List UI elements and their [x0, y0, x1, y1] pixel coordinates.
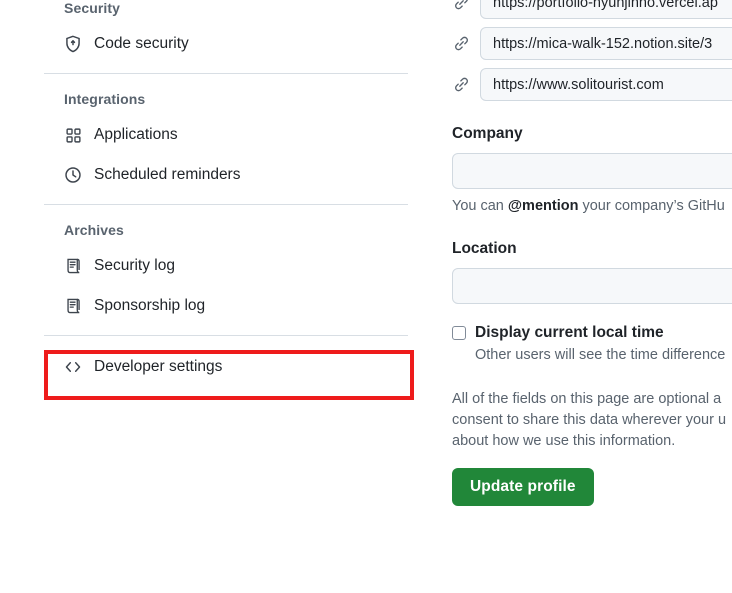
location-label: Location: [452, 240, 517, 257]
company-hint-suffix: your company’s GitHu: [578, 198, 725, 214]
url-input-3[interactable]: https://www.solitourist.com: [480, 68, 732, 101]
sidebar-item-label: Applications: [94, 126, 178, 143]
update-profile-button[interactable]: Update profile: [452, 468, 594, 506]
company-hint-mention: @mention: [507, 198, 579, 214]
sidebar-item-label: Developer settings: [94, 358, 223, 375]
log-icon: [64, 257, 82, 275]
sidebar-item-label: Scheduled reminders: [94, 166, 241, 183]
local-time-checkbox-row: Display current local time Other users w…: [452, 322, 732, 365]
sidebar-item-label: Code security: [94, 35, 189, 52]
display-local-time-sublabel: Other users will see the time difference: [475, 347, 726, 363]
location-input[interactable]: [452, 268, 732, 304]
company-label: Company: [452, 125, 523, 142]
sidebar-heading-integrations: Integrations: [64, 91, 146, 107]
disclaimer-line: consent to share this data wherever your…: [452, 412, 727, 428]
settings-sidebar: Security Code security Integrations Appl…: [44, 0, 408, 389]
privacy-disclaimer: All of the fields on this page are optio…: [452, 389, 732, 452]
url-input-1[interactable]: https://portfolio-hyunjinno.vercel.ap: [480, 0, 732, 19]
url-row: https://www.solitourist.com: [452, 68, 732, 101]
sidebar-item-label: Security log: [94, 257, 175, 274]
url-row: https://mica-walk-152.notion.site/3: [452, 27, 732, 60]
display-local-time-checkbox[interactable]: [452, 326, 466, 340]
sidebar-item-developer-settings[interactable]: Developer settings: [44, 345, 408, 389]
settings-page: Security Code security Integrations Appl…: [0, 0, 732, 593]
sidebar-divider-2: [44, 204, 408, 205]
sidebar-item-label: Sponsorship log: [94, 297, 206, 314]
sidebar-item-applications[interactable]: Applications: [44, 115, 408, 155]
sidebar-item-code-security[interactable]: Code security: [44, 24, 408, 64]
shield-icon: [64, 35, 82, 53]
url-input-2[interactable]: https://mica-walk-152.notion.site/3: [480, 27, 732, 60]
sidebar-item-scheduled-reminders[interactable]: Scheduled reminders: [44, 155, 408, 195]
local-time-text: Display current local time Other users w…: [475, 322, 725, 365]
link-icon: [452, 0, 470, 12]
location-field-block: Location: [452, 238, 732, 304]
sidebar-divider-1: [44, 73, 408, 74]
sidebar-section-integrations: Integrations Applications Scheduled remi…: [44, 83, 408, 195]
code-icon: [64, 358, 82, 376]
company-field-block: Company You can @mention your company’s …: [452, 123, 732, 216]
sidebar-divider-3: [44, 335, 408, 336]
sidebar-heading-security: Security: [64, 0, 121, 16]
sidebar-item-sponsorship-log[interactable]: Sponsorship log: [44, 286, 408, 326]
sidebar-section-archives: Archives Security log Sponsorship log: [44, 214, 408, 326]
disclaimer-line: All of the fields on this page are optio…: [452, 391, 722, 407]
grid-icon: [64, 126, 82, 144]
company-input[interactable]: [452, 153, 732, 189]
company-hint: You can @mention your company’s GitHu: [452, 196, 732, 216]
profile-form: https://portfolio-hyunjinno.vercel.ap ht…: [452, 0, 732, 506]
link-icon: [452, 35, 470, 53]
sidebar-item-security-log[interactable]: Security log: [44, 246, 408, 286]
clock-icon: [64, 166, 82, 184]
company-hint-prefix: You can: [452, 198, 508, 214]
url-row: https://portfolio-hyunjinno.vercel.ap: [452, 0, 732, 19]
log-icon: [64, 297, 82, 315]
link-icon: [452, 76, 470, 94]
sidebar-heading-archives: Archives: [64, 222, 124, 238]
sidebar-section-security: Security Code security: [44, 0, 408, 64]
disclaimer-line: about how we use this information.: [452, 433, 676, 449]
display-local-time-label[interactable]: Display current local time: [475, 322, 725, 344]
